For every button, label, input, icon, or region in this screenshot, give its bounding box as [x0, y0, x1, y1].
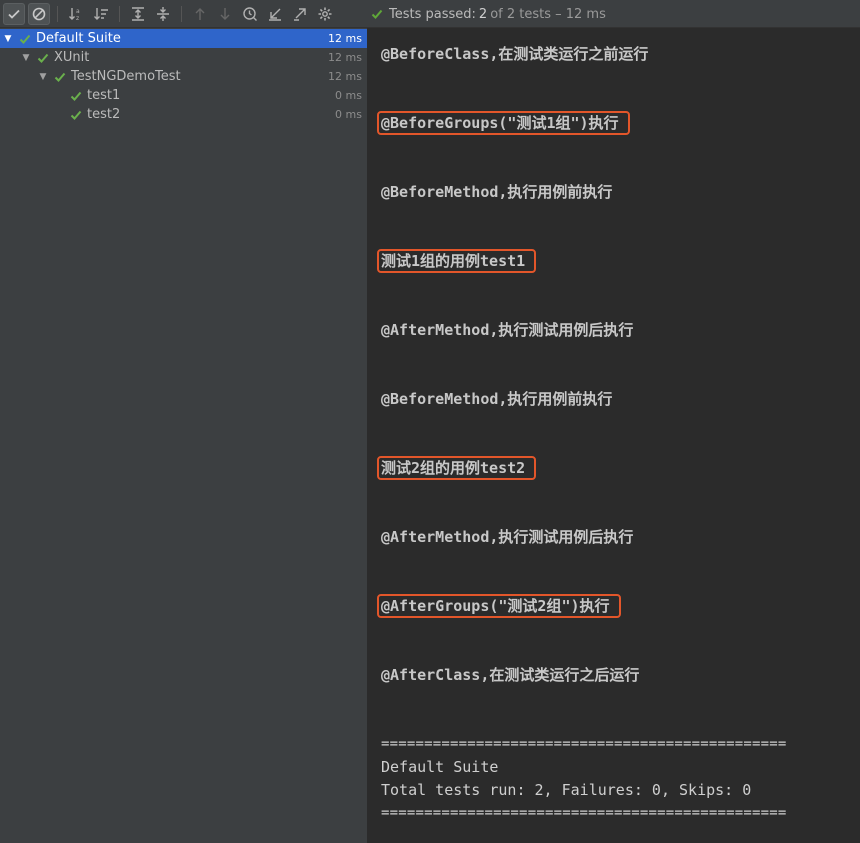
tree-item-time: 0 ms: [335, 89, 362, 102]
summary-suite: Default Suite: [381, 758, 499, 776]
toolbar-separator: [57, 6, 58, 22]
tree-item-test2[interactable]: test2 0 ms: [0, 105, 367, 124]
console-line: @BeforeMethod,执行用例前执行: [381, 183, 613, 201]
status-passed-count: 2: [478, 6, 488, 22]
highlight-box: 测试2组的用例test2: [377, 456, 537, 480]
gear-icon: [318, 7, 332, 21]
status-label: Tests passed:: [389, 6, 476, 22]
tree-item-time: 12 ms: [328, 51, 362, 64]
tree-item-xunit[interactable]: ▼ XUnit 12 ms: [0, 48, 367, 67]
highlight-box: @BeforeGroups("测试1组")执行: [377, 111, 630, 135]
tree-item-default-suite[interactable]: ▼ Default Suite 12 ms: [0, 29, 367, 48]
show-ignored-button[interactable]: [28, 3, 50, 25]
console-line-highlighted: 测试2组的用例test2: [377, 456, 537, 480]
check-icon: [371, 9, 383, 19]
sort-by-duration-button[interactable]: [90, 3, 112, 25]
import-icon: [269, 8, 281, 21]
expand-arrow-icon[interactable]: ▼: [21, 53, 31, 63]
console-output[interactable]: @BeforeClass,在测试类运行之前运行 @BeforeGroups("测…: [368, 28, 860, 843]
sort-alphabetically-button[interactable]: az: [65, 3, 87, 25]
console-line: @AfterMethod,执行测试用例后执行: [381, 528, 634, 546]
tree-item-time: 0 ms: [335, 108, 362, 121]
console-line: @BeforeClass,在测试类运行之前运行: [381, 45, 649, 63]
console-line: @AfterMethod,执行测试用例后执行: [381, 321, 634, 339]
export-icon: [294, 8, 306, 21]
tree-item-testngdemotest[interactable]: ▼ TestNGDemoTest 12 ms: [0, 67, 367, 86]
tree-item-label: XUnit: [54, 50, 90, 65]
test-history-button[interactable]: [239, 3, 261, 25]
summary-totals: Total tests run: 2, Failures: 0, Skips: …: [381, 781, 752, 799]
import-tests-button[interactable]: [264, 3, 286, 25]
tree-item-test1[interactable]: test1 0 ms: [0, 86, 367, 105]
tree-item-label: test1: [87, 88, 121, 103]
tree-item-label: Default Suite: [36, 31, 121, 46]
highlight-box: 测试1组的用例test1: [377, 249, 537, 273]
sort-alpha-icon: az: [69, 8, 80, 22]
tree-item-time: 12 ms: [328, 32, 362, 45]
arrow-down-icon: [220, 8, 230, 20]
check-icon: [8, 9, 20, 19]
collapse-all-icon: [157, 7, 169, 21]
toolbar-separator: [119, 6, 120, 22]
test-tree-panel: ▼ Default Suite 12 ms ▼ XUnit 12 ms ▼ Te…: [0, 28, 367, 843]
passed-icon: [70, 109, 84, 121]
console-line: @BeforeMethod,执行用例前执行: [381, 390, 613, 408]
highlight-box: @AfterGroups("测试2组")执行: [377, 594, 621, 618]
passed-icon: [54, 71, 68, 83]
test-status: Tests passed: 2 of 2 tests – 12 ms: [371, 0, 606, 28]
tree-item-label: test2: [87, 107, 121, 122]
tree-item-time: 12 ms: [328, 70, 362, 83]
tree-item-label: TestNGDemoTest: [71, 69, 181, 84]
ignored-icon: [32, 7, 46, 21]
status-detail: of 2 tests – 12 ms: [490, 6, 606, 22]
sort-duration-icon: [94, 8, 108, 20]
summary-rule-top: ========================================…: [381, 736, 787, 752]
collapse-all-button[interactable]: [152, 3, 174, 25]
console-line-highlighted: @AfterGroups("测试2组")执行: [377, 594, 621, 618]
passed-icon: [19, 33, 33, 45]
expand-arrow-icon[interactable]: ▼: [38, 72, 48, 82]
show-passed-button[interactable]: [3, 3, 25, 25]
expand-all-icon: [132, 7, 144, 21]
console-line: @AfterClass,在测试类运行之后运行: [381, 666, 640, 684]
console-line-highlighted: @BeforeGroups("测试1组")执行: [377, 111, 630, 135]
expand-arrow-icon[interactable]: ▼: [3, 34, 13, 44]
toolbar-separator: [181, 6, 182, 22]
test-runner-toolbar: az Tests passed: 2 of 2 tests – 12 ms: [0, 0, 860, 28]
svg-text:a: a: [76, 8, 80, 15]
export-tests-button[interactable]: [289, 3, 311, 25]
toolbar: az: [0, 0, 367, 28]
history-icon: [243, 7, 257, 21]
previous-failed-button[interactable]: [189, 3, 211, 25]
passed-icon: [70, 90, 84, 102]
summary-rule-bottom: ========================================…: [381, 805, 787, 821]
next-failed-button[interactable]: [214, 3, 236, 25]
arrow-up-icon: [195, 8, 205, 20]
svg-text:z: z: [76, 15, 79, 22]
passed-icon: [37, 52, 51, 64]
settings-button[interactable]: [314, 3, 336, 25]
console-line-highlighted: 测试1组的用例test1: [377, 249, 537, 273]
expand-all-button[interactable]: [127, 3, 149, 25]
